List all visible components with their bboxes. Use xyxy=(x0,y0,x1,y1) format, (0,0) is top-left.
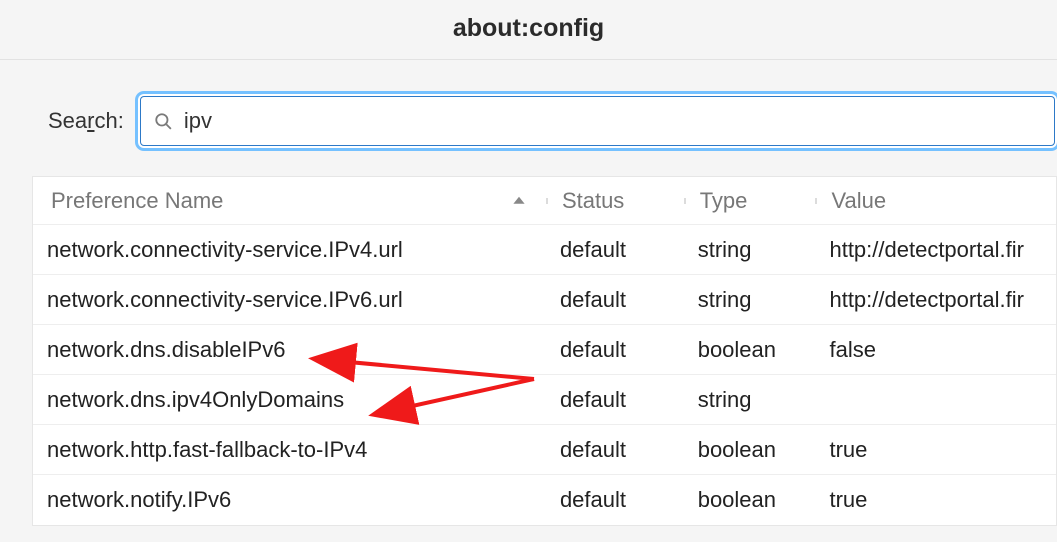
table-header: Preference Name Status Type Value xyxy=(33,177,1056,225)
col-header-value-label: Value xyxy=(831,188,886,214)
col-header-type-label: Type xyxy=(700,188,748,214)
pref-status: default xyxy=(546,337,684,363)
col-header-name-label: Preference Name xyxy=(51,188,223,214)
header-bar: about:config xyxy=(0,0,1057,60)
table-row[interactable]: network.http.fast-fallback-to-IPv4defaul… xyxy=(33,425,1056,475)
table-row[interactable]: network.dns.disableIPv6defaultbooleanfal… xyxy=(33,325,1056,375)
search-label-post: ch: xyxy=(94,108,123,133)
pref-name: network.http.fast-fallback-to-IPv4 xyxy=(33,437,546,463)
col-sep xyxy=(684,198,686,204)
pref-name: network.connectivity-service.IPv4.url xyxy=(33,237,546,263)
pref-type: string xyxy=(684,387,816,413)
pref-status: default xyxy=(546,437,684,463)
search-label-pre: Sea xyxy=(48,108,87,133)
pref-status: default xyxy=(546,387,684,413)
col-header-type[interactable]: Type xyxy=(684,188,816,214)
pref-name: network.dns.disableIPv6 xyxy=(33,337,546,363)
pref-name: network.connectivity-service.IPv6.url xyxy=(33,287,546,313)
pref-type: string xyxy=(684,237,816,263)
pref-type: boolean xyxy=(684,437,816,463)
page-title: about:config xyxy=(453,14,604,42)
col-header-name[interactable]: Preference Name xyxy=(33,188,546,214)
pref-name: network.notify.IPv6 xyxy=(33,487,546,513)
search-row: Search: xyxy=(0,60,1057,170)
col-header-status-label: Status xyxy=(562,188,624,214)
col-header-status[interactable]: Status xyxy=(546,188,684,214)
table-row[interactable]: network.notify.IPv6defaultbooleantrue xyxy=(33,475,1056,525)
table-row[interactable]: network.connectivity-service.IPv6.urldef… xyxy=(33,275,1056,325)
sort-asc-icon xyxy=(512,194,526,208)
col-sep xyxy=(815,198,817,204)
pref-type: boolean xyxy=(684,487,816,513)
pref-value: true xyxy=(815,487,1056,513)
table-body: network.connectivity-service.IPv4.urldef… xyxy=(33,225,1056,525)
pref-value: true xyxy=(815,437,1056,463)
pref-name: network.dns.ipv4OnlyDomains xyxy=(33,387,546,413)
search-box[interactable] xyxy=(138,94,1057,148)
pref-value: false xyxy=(815,337,1056,363)
pref-value: http://detectportal.fir xyxy=(815,287,1056,313)
search-label: Search: xyxy=(48,108,124,134)
search-input[interactable] xyxy=(182,96,1041,146)
table-row[interactable]: network.connectivity-service.IPv4.urldef… xyxy=(33,225,1056,275)
pref-status: default xyxy=(546,287,684,313)
table-row[interactable]: network.dns.ipv4OnlyDomainsdefaultstring xyxy=(33,375,1056,425)
pref-type: string xyxy=(684,287,816,313)
pref-status: default xyxy=(546,237,684,263)
prefs-table: Preference Name Status Type Value networ… xyxy=(32,176,1057,526)
col-sep xyxy=(546,198,548,204)
search-icon xyxy=(154,112,172,130)
pref-status: default xyxy=(546,487,684,513)
col-header-value[interactable]: Value xyxy=(815,188,1056,214)
pref-type: boolean xyxy=(684,337,816,363)
pref-value: http://detectportal.fir xyxy=(815,237,1056,263)
